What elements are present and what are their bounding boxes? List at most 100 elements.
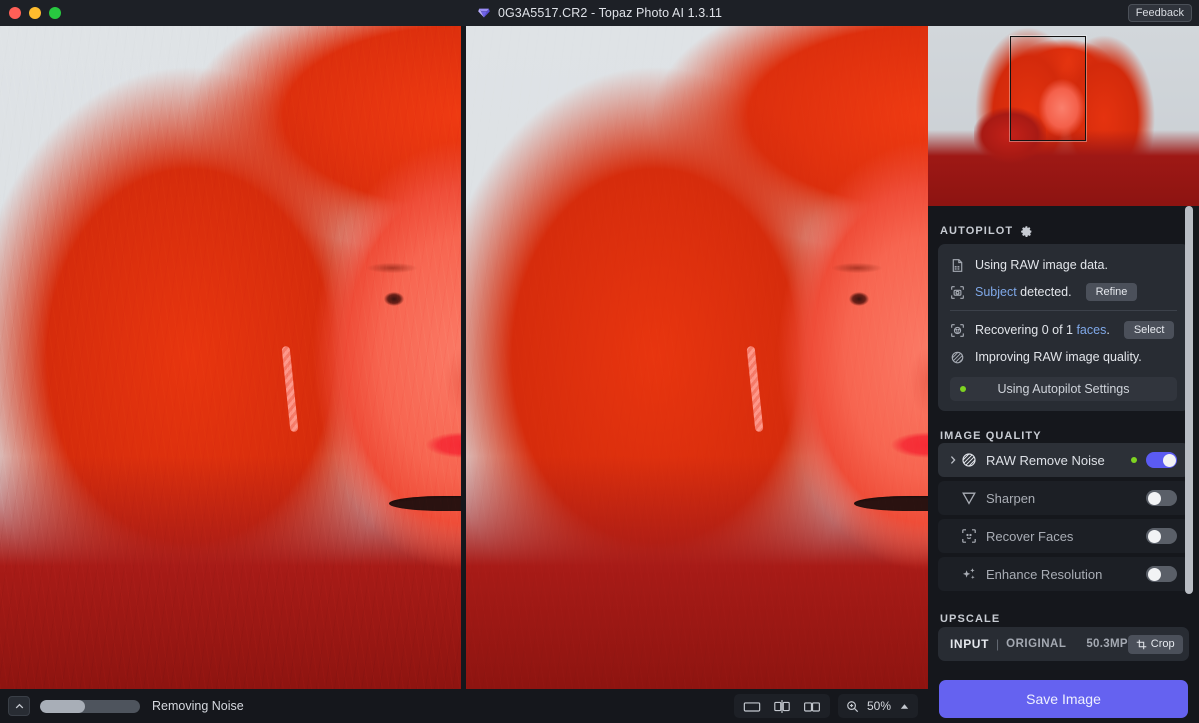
magnifier-icon[interactable]: [846, 700, 859, 713]
autopilot-faces-text: Recovering 0 of 1 faces.: [975, 323, 1110, 337]
split-pane-icon: [773, 699, 791, 714]
image-quality-item-label: Sharpen: [986, 491, 1146, 506]
autopilot-row-subject: Subject detected. Refine: [950, 281, 1177, 303]
settings-scroll-area[interactable]: Autopilot: [928, 206, 1199, 723]
crop-icon: [1136, 639, 1147, 650]
progress-bar-fill: [40, 700, 85, 713]
subject-detect-icon: [950, 285, 965, 300]
denoise-icon: [950, 350, 965, 365]
faces-link[interactable]: faces: [1076, 323, 1106, 337]
single-pane-icon: [743, 700, 761, 713]
navigator-viewport-rect[interactable]: [1010, 36, 1086, 141]
window-title-group: 0G3A5517.CR2 - Topaz Photo AI 1.3.11: [0, 0, 1199, 26]
sidebar-scrollbar-track[interactable]: [1188, 206, 1196, 723]
window-controls: [9, 0, 61, 26]
subject-link[interactable]: Subject: [975, 285, 1017, 299]
view-controls: 50%: [734, 694, 918, 718]
save-image-button[interactable]: Save Image: [939, 680, 1188, 718]
image-quality-item-recover-faces[interactable]: Recover Faces: [938, 519, 1189, 553]
after-photo: [466, 26, 928, 689]
image-quality-section-header: Image Quality: [928, 411, 1199, 443]
before-image-pane[interactable]: [0, 26, 461, 689]
raw-remove-noise-toggle[interactable]: [1146, 452, 1177, 468]
single-view-button[interactable]: [738, 695, 766, 717]
upscale-section-label: Upscale: [940, 613, 1000, 625]
topaz-photo-ai-window: 0G3A5517.CR2 - Topaz Photo AI 1.3.11 Fee…: [0, 0, 1199, 723]
face-detect-icon: [950, 323, 965, 338]
autopilot-row-faces: Recovering 0 of 1 faces. Select: [950, 319, 1177, 341]
sidebar-scrollbar-thumb[interactable]: [1185, 206, 1193, 594]
toggle-knob: [1148, 530, 1161, 543]
autopilot-settings-status[interactable]: Using Autopilot Settings: [950, 377, 1177, 401]
toggle-knob: [1148, 568, 1161, 581]
image-quality-item-label: RAW Remove Noise: [986, 453, 1131, 468]
image-canvas[interactable]: [0, 26, 928, 689]
face-detect-icon: [961, 528, 977, 544]
split-view-button[interactable]: [768, 695, 796, 717]
sharpen-icon: [961, 490, 977, 506]
progress-bar: [40, 700, 140, 713]
gem-icon: [477, 6, 491, 20]
autopilot-raw-text: Using RAW image data.: [975, 258, 1108, 272]
view-mode-group: [734, 694, 830, 718]
zoom-menu-chevron-up-icon[interactable]: [899, 701, 910, 712]
side-by-side-view-button[interactable]: [798, 695, 826, 717]
autopilot-divider: [950, 310, 1177, 311]
input-separator: |: [996, 637, 999, 651]
toggle-knob: [1163, 454, 1176, 467]
crop-button[interactable]: Crop: [1128, 635, 1183, 654]
input-label: INPUT: [950, 637, 989, 651]
input-row[interactable]: INPUT | ORIGINAL 50.3MP Crop: [938, 627, 1189, 661]
progress-status-label: Removing Noise: [152, 699, 244, 713]
select-faces-button[interactable]: Select: [1124, 321, 1175, 339]
image-quality-item-label: Enhance Resolution: [986, 567, 1146, 582]
autopilot-status-label: Using Autopilot Settings: [997, 382, 1129, 396]
status-bar: Removing Noise: [0, 689, 928, 723]
zoom-group: 50%: [838, 694, 918, 718]
side-by-side-pane-icon: [803, 700, 821, 713]
enhance-resolution-toggle[interactable]: [1146, 566, 1177, 582]
status-dot: [960, 386, 966, 392]
image-navigator[interactable]: [928, 26, 1199, 206]
autopilot-subject-text: Subject detected.: [975, 285, 1072, 299]
toggle-knob: [1148, 492, 1161, 505]
before-photo: [0, 26, 461, 689]
autopilot-section-label: Autopilot: [940, 225, 1013, 237]
sparkle-icon: [961, 566, 977, 582]
input-mode: ORIGINAL: [1006, 638, 1066, 650]
image-quality-item-label: Recover Faces: [986, 529, 1146, 544]
image-quality-item-raw-remove-noise[interactable]: RAW Remove Noise: [938, 443, 1189, 477]
feedback-button[interactable]: Feedback: [1128, 4, 1192, 22]
chevron-up-icon: [14, 701, 25, 712]
crop-button-label: Crop: [1151, 638, 1175, 650]
autopilot-row-raw: Using RAW image data.: [950, 254, 1177, 276]
save-action-bar: Save Image: [928, 675, 1199, 723]
recover-faces-toggle[interactable]: [1146, 528, 1177, 544]
refine-button[interactable]: Refine: [1086, 283, 1138, 301]
image-quality-item-enhance-resolution[interactable]: Enhance Resolution: [938, 557, 1189, 591]
faces-text-rest: .: [1106, 323, 1109, 337]
upscale-section-header: Upscale: [928, 595, 1199, 625]
zoom-level-label[interactable]: 50%: [866, 699, 892, 713]
title-bar: 0G3A5517.CR2 - Topaz Photo AI 1.3.11 Fee…: [0, 0, 1199, 26]
collapse-filmstrip-button[interactable]: [8, 696, 30, 716]
image-quality-section-label: Image Quality: [940, 430, 1042, 442]
faces-text-prefix: Recovering 0 of 1: [975, 323, 1076, 337]
denoise-icon: [961, 452, 977, 468]
autopilot-card: Using RAW image data. Sub: [938, 244, 1189, 411]
autopilot-section-header: Autopilot: [928, 206, 1199, 240]
after-image-pane[interactable]: [466, 26, 928, 689]
chevron-right-icon[interactable]: [948, 455, 958, 465]
right-sidebar: Autopilot: [928, 26, 1199, 723]
input-megapixels: 50.3MP: [1086, 638, 1127, 650]
window-title: 0G3A5517.CR2 - Topaz Photo AI 1.3.11: [498, 6, 722, 20]
subject-text-rest: detected.: [1017, 285, 1072, 299]
gear-icon[interactable]: [1020, 225, 1033, 238]
sharpen-toggle[interactable]: [1146, 490, 1177, 506]
autopilot-row-quality: Improving RAW image quality.: [950, 346, 1177, 368]
maximize-button[interactable]: [49, 7, 61, 19]
minimize-button[interactable]: [29, 7, 41, 19]
image-quality-item-sharpen[interactable]: Sharpen: [938, 481, 1189, 515]
close-button[interactable]: [9, 7, 21, 19]
raw-file-icon: [950, 258, 965, 273]
